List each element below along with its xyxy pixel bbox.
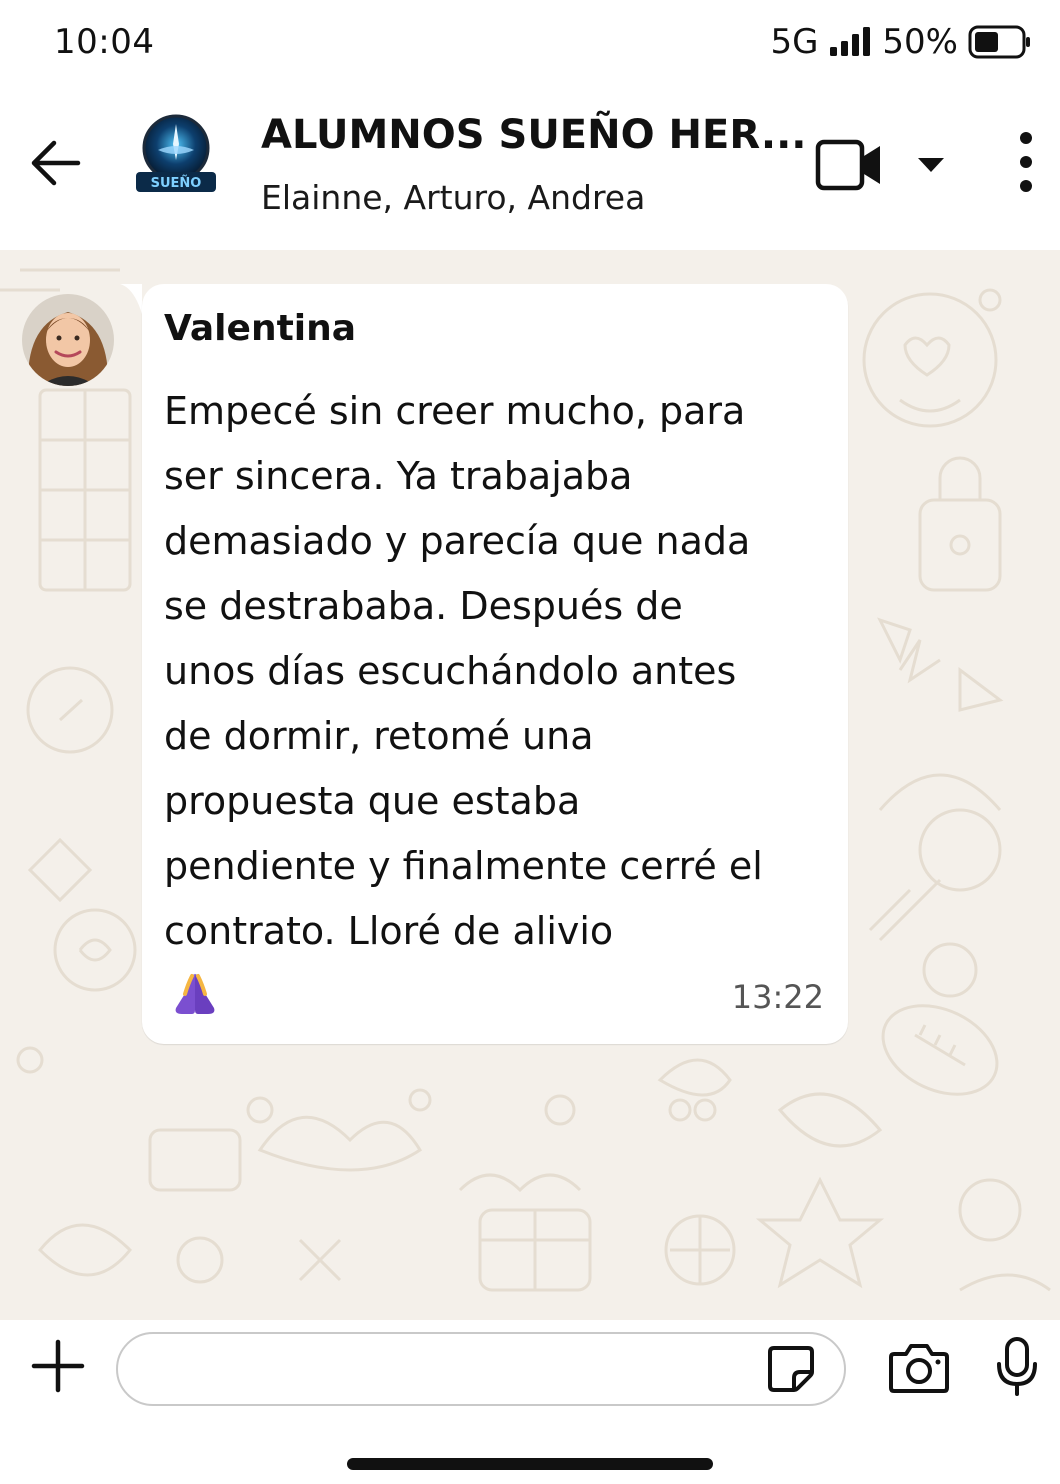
battery-icon — [968, 25, 1032, 59]
input-bar — [0, 1320, 1060, 1484]
signal-icon — [828, 27, 872, 57]
chevron-down-icon[interactable] — [916, 156, 946, 178]
network-label: 5G — [770, 22, 819, 62]
praying-hands-emoji: 🙏 — [170, 970, 220, 1022]
group-avatar[interactable]: SUEÑO — [136, 114, 216, 198]
camera-icon[interactable] — [888, 1342, 950, 1398]
chat-header: SUEÑO ALUMNOS SUEÑO HER... Elainne, Artu… — [0, 90, 1060, 250]
video-call-icon[interactable] — [814, 138, 884, 196]
home-indicator[interactable] — [347, 1458, 713, 1470]
sender-avatar[interactable] — [22, 294, 114, 386]
plus-icon[interactable] — [30, 1338, 86, 1398]
back-arrow-icon[interactable] — [28, 138, 82, 192]
battery-percent: 50% — [882, 22, 958, 62]
status-time: 10:04 — [54, 22, 155, 62]
mic-icon[interactable] — [996, 1336, 1038, 1400]
chat-screen: 10:04 5G 50% SUEÑO ALUMNOS SUEÑO HER... … — [0, 0, 1060, 1484]
status-bar: 10:04 5G 50% — [0, 0, 1060, 90]
group-title[interactable]: ALUMNOS SUEÑO HER... — [261, 112, 806, 158]
message-bubble[interactable]: Valentina Empecé sin creer mucho, para s… — [142, 284, 848, 1044]
group-members[interactable]: Elainne, Arturo, Andrea — [261, 178, 645, 217]
sender-name[interactable]: Valentina — [164, 308, 356, 349]
message-text: Empecé sin creer mucho, para ser sincera… — [164, 389, 763, 953]
status-indicators: 5G 50% — [770, 22, 1032, 62]
sticker-icon[interactable] — [766, 1344, 816, 1398]
message-input[interactable] — [116, 1332, 846, 1406]
chat-area[interactable]: Valentina Empecé sin creer mucho, para s… — [0, 250, 1060, 1320]
group-avatar-text: SUEÑO — [151, 175, 202, 191]
message-time: 13:22 — [731, 978, 824, 1016]
more-vertical-icon[interactable] — [1014, 132, 1038, 196]
